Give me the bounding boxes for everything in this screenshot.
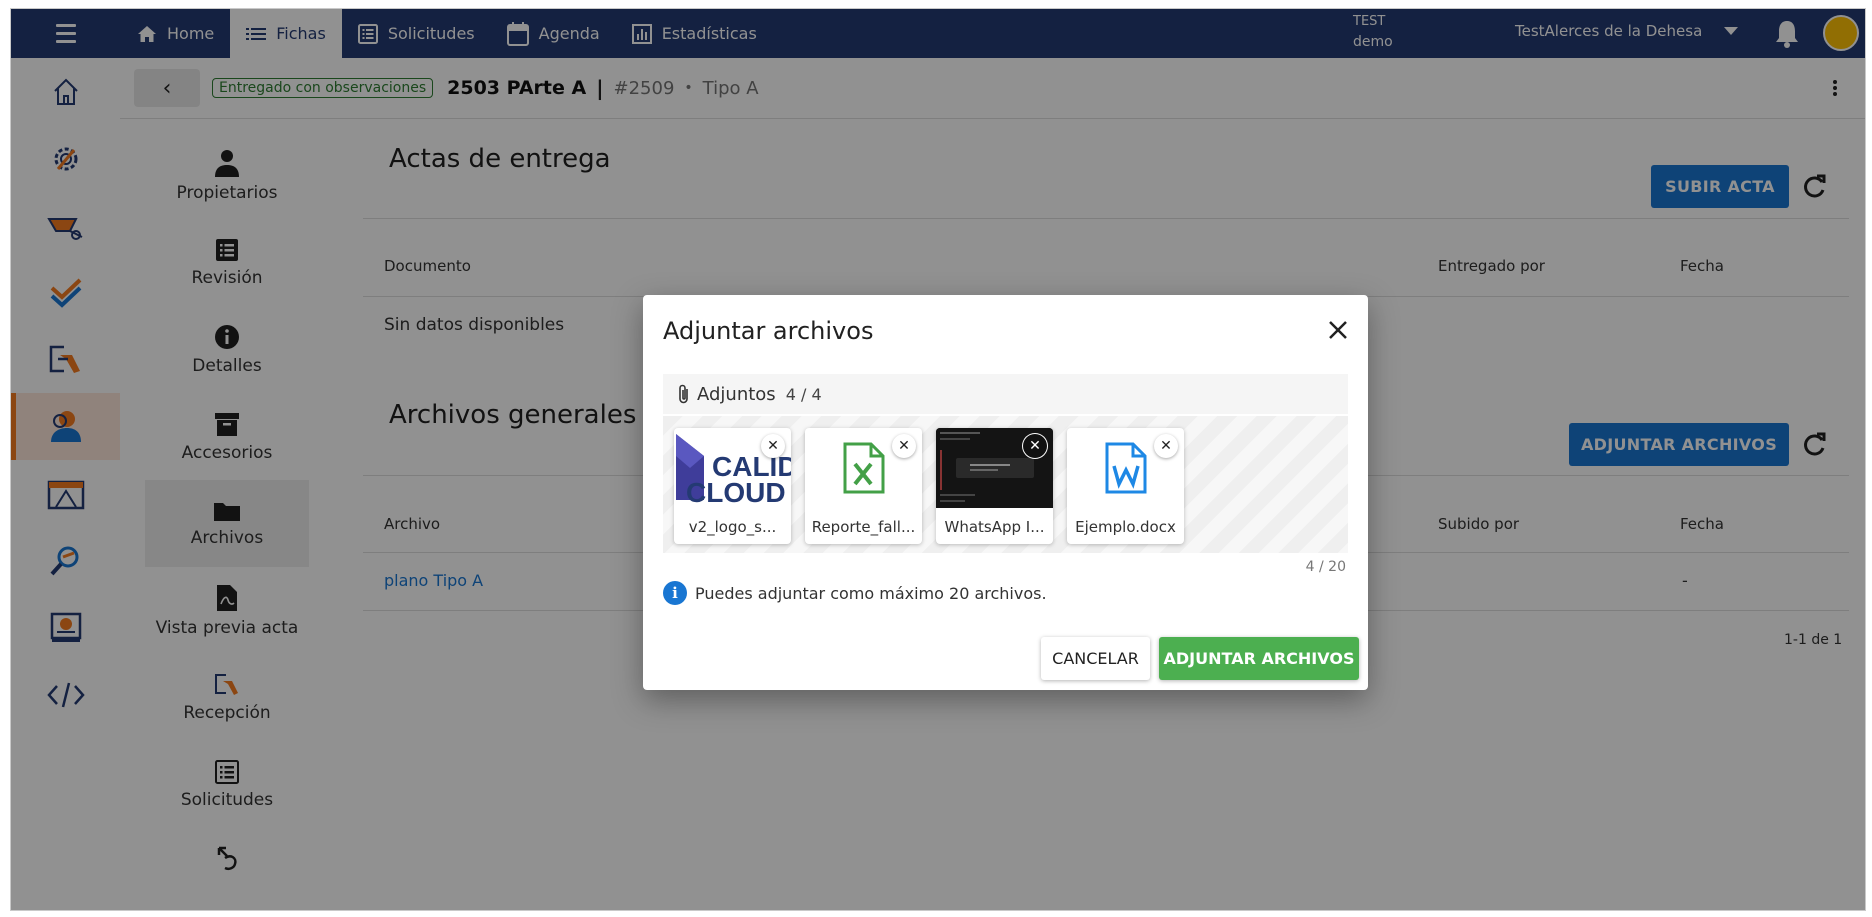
close-icon: ✕ — [1160, 438, 1172, 454]
close-icon: ✕ — [898, 438, 910, 454]
file-card[interactable]: Ejemplo.docx ✕ — [1067, 428, 1184, 544]
confirm-attach-button[interactable]: ADJUNTAR ARCHIVOS — [1159, 637, 1359, 680]
attachments-dropzone[interactable]: CALID CLOUD v2_logo_s... ✕ Reporte_fall.… — [663, 416, 1348, 553]
remove-file-button[interactable]: ✕ — [892, 434, 916, 458]
cancel-button[interactable]: CANCELAR — [1041, 637, 1150, 680]
attachments-count: 4 / 4 — [785, 384, 822, 404]
remove-file-button[interactable]: ✕ — [1023, 434, 1047, 458]
file-name: Reporte_fall... — [811, 518, 916, 536]
remove-file-button[interactable]: ✕ — [761, 434, 785, 458]
close-icon: ✕ — [767, 438, 779, 454]
app-window: Home Fichas Solicitudes Agenda Estadísti… — [10, 8, 1866, 911]
word-file-icon — [1105, 442, 1146, 494]
excel-file-icon — [843, 442, 884, 494]
info-icon: i — [663, 581, 687, 605]
file-name: v2_logo_s... — [688, 518, 777, 536]
file-card[interactable]: CALID CLOUD v2_logo_s... ✕ — [674, 428, 791, 544]
paperclip-icon — [677, 383, 691, 405]
attachments-header: Adjuntos 4 / 4 — [663, 374, 1348, 414]
close-icon: ✕ — [1029, 438, 1041, 454]
file-card[interactable]: Reporte_fall... ✕ — [805, 428, 922, 544]
attachments-label: Adjuntos — [697, 383, 776, 405]
file-name: WhatsApp I... — [944, 518, 1045, 536]
file-card[interactable]: WhatsApp I... ✕ — [936, 428, 1053, 544]
logo-text-bottom: CLOUD — [686, 477, 786, 508]
remove-file-button[interactable]: ✕ — [1154, 434, 1178, 458]
file-limit-counter: 4 / 20 — [1305, 559, 1346, 575]
dialog-title: Adjuntar archivos — [663, 317, 874, 345]
info-text: Puedes adjuntar como máximo 20 archivos. — [695, 583, 1047, 603]
close-dialog-button[interactable] — [1328, 320, 1348, 344]
attach-files-dialog: Adjuntar archivos Adjuntos 4 / 4 CALID C… — [643, 295, 1368, 690]
file-name: Ejemplo.docx — [1075, 518, 1176, 536]
close-icon — [1329, 321, 1347, 339]
file-limit-info: i Puedes adjuntar como máximo 20 archivo… — [663, 581, 1047, 605]
